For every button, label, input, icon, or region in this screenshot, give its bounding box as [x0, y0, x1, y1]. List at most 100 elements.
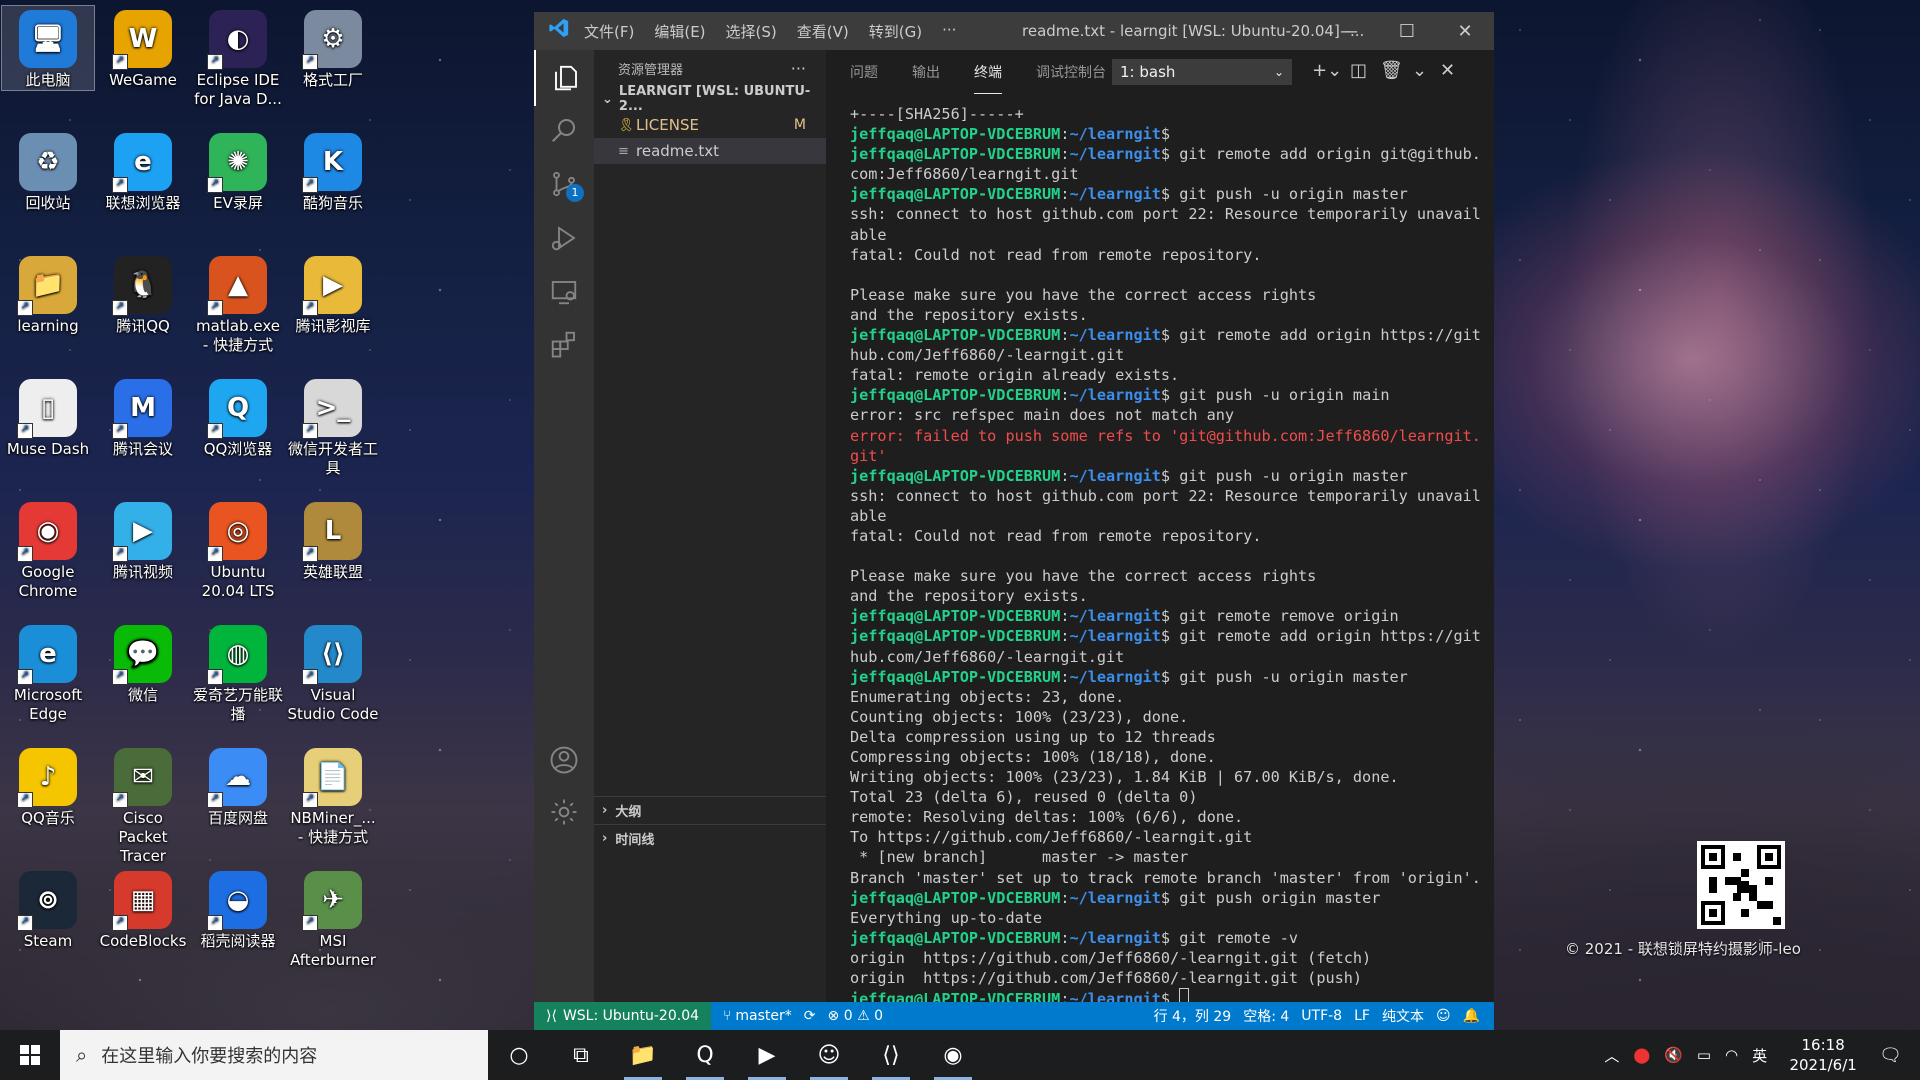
desktop-icon[interactable]: e ↗ Microsoft Edge — [2, 621, 94, 724]
new-terminal-icon[interactable]: +⌄ — [1312, 60, 1342, 81]
desktop-icon[interactable]: W ↗ WeGame — [97, 6, 189, 90]
tray-app-icon[interactable]: ⬤ — [1633, 1046, 1650, 1064]
desktop-icon[interactable]: e ↗ 联想浏览器 — [97, 129, 189, 213]
desktop-icon[interactable]: ♻ 回收站 — [2, 129, 94, 213]
desktop-icon-label: 腾讯影视库 — [295, 317, 371, 335]
notification-center-icon[interactable]: 🗨 — [1879, 1045, 1902, 1066]
chevron-up-icon[interactable]: ︿ — [1604, 1045, 1619, 1066]
close-panel-icon[interactable]: ✕ — [1440, 60, 1455, 81]
remote-explorer-icon[interactable] — [534, 264, 594, 320]
terminal-output[interactable]: +----[SHA256]-----+ jeffqaq@LAPTOP-VDCEBR… — [850, 104, 1480, 1002]
desktop-icon[interactable]: ▶ ↗ 腾讯视频 — [97, 498, 189, 582]
desktop-icon[interactable]: ✈ ↗ MSI Afterburner — [287, 867, 379, 970]
menu-item[interactable]: 转到(G) — [869, 21, 922, 42]
desktop-icon[interactable]: ◒ ↗ 稻壳阅读器 — [192, 867, 284, 951]
terminal-line: +----[SHA256]-----+ — [850, 104, 1480, 124]
taskbar-task-view-icon[interactable]: ⧉ — [550, 1030, 612, 1080]
encoding[interactable]: UTF-8 — [1301, 1008, 1342, 1024]
language-mode[interactable]: 纯文本 — [1382, 1006, 1424, 1026]
menu-item[interactable]: 选择(S) — [726, 21, 777, 42]
desktop-icon[interactable]: 📄 ↗ NBMiner_... - 快捷方式 — [287, 744, 379, 847]
wifi-icon[interactable]: ◠ — [1725, 1046, 1738, 1064]
desktop-icon[interactable]: M ↗ 腾讯会议 — [97, 375, 189, 459]
run-debug-icon[interactable] — [534, 210, 594, 266]
remote-indicator[interactable]: ⟩⟨ WSL: Ubuntu-20.04 — [534, 1002, 712, 1030]
volume-mute-icon[interactable]: 🔇 — [1664, 1046, 1683, 1064]
sync-icon[interactable]: ⟳ — [804, 1008, 816, 1024]
tab-debug-console[interactable]: 调试控制台 — [1036, 50, 1106, 94]
desktop-icon[interactable]: K ↗ 酷狗音乐 — [287, 129, 379, 213]
desktop-icon[interactable]: ◉ ↗ Google Chrome — [2, 498, 94, 601]
file-license[interactable]: 🎗 LICENSE M — [594, 112, 826, 138]
desktop-icon[interactable]: 📁 ↗ learning — [2, 252, 94, 336]
terminal-line: Branch 'master' set up to track remote b… — [850, 868, 1480, 888]
desktop-icon[interactable]: ▶ ↗ 腾讯影视库 — [287, 252, 379, 336]
desktop-icon[interactable]: ▦ ↗ CodeBlocks — [97, 867, 189, 951]
desktop-icon[interactable]: Q ↗ QQ浏览器 — [192, 375, 284, 459]
chevron-down-icon[interactable]: ⌄ — [1412, 60, 1427, 81]
notifications-icon[interactable]: 🔔 — [1463, 1008, 1480, 1024]
settings-gear-icon[interactable] — [534, 784, 594, 840]
split-terminal-icon[interactable]: ◫ — [1350, 60, 1367, 81]
extensions-icon[interactable] — [534, 316, 594, 372]
menu-item[interactable]: ··· — [942, 21, 956, 42]
desktop-icon[interactable]: >_ ↗ 微信开发者工具 — [287, 375, 379, 478]
desktop-icon[interactable]: ⚙ ↗ 格式工厂 — [287, 6, 379, 90]
trash-icon[interactable]: 🗑 — [1380, 60, 1403, 81]
feedback-icon[interactable]: ☺ — [1436, 1008, 1451, 1024]
terminal-select[interactable]: 1: bash ⌄ — [1112, 59, 1292, 85]
outline-section[interactable]: › 大纲 — [594, 796, 826, 824]
desktop-icon[interactable]: ☁ ↗ 百度网盘 — [192, 744, 284, 828]
desktop-icon[interactable]: ⊚ ↗ Steam — [2, 867, 94, 951]
desktop-icon[interactable]: ◎ ↗ Ubuntu 20.04 LTS — [192, 498, 284, 601]
taskbar-file-explorer-icon[interactable]: 📁 — [612, 1030, 674, 1080]
desktop-icon[interactable]: ◍ ↗ 爱奇艺万能联播 — [192, 621, 284, 724]
desktop-icon[interactable]: ◐ ↗ Eclipse IDE for Java D... — [192, 6, 284, 109]
indentation[interactable]: 空格: 4 — [1243, 1006, 1289, 1026]
minimize-button[interactable]: — — [1320, 12, 1378, 50]
search-icon[interactable] — [534, 102, 594, 158]
source-control-icon[interactable]: 1 — [534, 156, 594, 212]
taskbar-qq-browser-icon[interactable]: Q — [674, 1030, 736, 1080]
desktop-icon[interactable]: 🐧 ↗ 腾讯QQ — [97, 252, 189, 336]
file-readme[interactable]: ≡ readme.txt — [594, 138, 826, 164]
desktop-icon[interactable]: ✉ ↗ Cisco Packet Tracer — [97, 744, 189, 866]
taskbar-cortana-icon[interactable]: ○ — [488, 1030, 550, 1080]
accounts-icon[interactable] — [534, 732, 594, 788]
timeline-section[interactable]: › 时间线 — [594, 824, 826, 852]
line-ending[interactable]: LF — [1354, 1008, 1370, 1024]
desktop-icon[interactable]: ▯ ↗ Muse Dash — [2, 375, 94, 459]
clock[interactable]: 16:18 2021/6/1 — [1777, 1035, 1869, 1075]
menu-item[interactable]: 查看(V) — [797, 21, 849, 42]
taskbar-search[interactable]: ⌕ 在这里输入你要搜索的内容 — [60, 1030, 488, 1080]
taskbar-vscode-icon[interactable]: ⟨⟩ — [860, 1030, 922, 1080]
problems-indicator[interactable]: ⊗ 0 ⚠ 0 — [828, 1008, 883, 1024]
menu-item[interactable]: 文件(F) — [584, 21, 634, 42]
desktop-icon[interactable]: ▲ ↗ matlab.exe - 快捷方式 — [192, 252, 284, 355]
taskbar-tencent-video-icon[interactable]: ▶ — [736, 1030, 798, 1080]
menu-item[interactable]: 编辑(E) — [654, 21, 705, 42]
taskbar-user-app-icon[interactable]: ☺ — [798, 1030, 860, 1080]
more-actions-icon[interactable]: ··· — [791, 59, 806, 78]
cursor-position[interactable]: 行 4，列 29 — [1154, 1006, 1232, 1026]
windows-start-icon[interactable] — [0, 1030, 60, 1080]
title-bar: 文件(F) 编辑(E) 选择(S) 查看(V) 转到(G) ··· readme.txt … — [534, 12, 1494, 50]
terminal-line: jeffqaq@LAPTOP-VDCEBRUM:~/learngit$ git … — [850, 144, 1480, 164]
maximize-button[interactable]: ☐ — [1378, 12, 1436, 50]
tab-problems[interactable]: 问题 — [850, 50, 878, 94]
tab-terminal[interactable]: 终端 — [974, 50, 1002, 94]
desktop-icon[interactable]: ✺ ↗ EV录屏 — [192, 129, 284, 213]
explorer-icon[interactable] — [534, 50, 596, 106]
desktop-icon[interactable]: 🖥 此电脑 — [1, 5, 95, 91]
desktop-icon[interactable]: 💬 ↗ 微信 — [97, 621, 189, 705]
close-button[interactable]: ✕ — [1436, 12, 1494, 50]
battery-icon[interactable]: ▭ — [1697, 1046, 1711, 1064]
desktop-icon[interactable]: L ↗ 英雄联盟 — [287, 498, 379, 582]
workspace-folder[interactable]: ⌄ LEARNGIT [WSL: UBUNTU-2... — [594, 84, 826, 114]
desktop-icon[interactable]: ♪ ↗ QQ音乐 — [2, 744, 94, 828]
branch-label[interactable]: master* — [735, 1008, 791, 1024]
desktop-icon[interactable]: ⟨⟩ ↗ Visual Studio Code — [287, 621, 379, 724]
tab-output[interactable]: 输出 — [912, 50, 940, 94]
taskbar-chrome-icon[interactable]: ◉ — [922, 1030, 984, 1080]
ime-indicator[interactable]: 英 — [1752, 1045, 1767, 1066]
